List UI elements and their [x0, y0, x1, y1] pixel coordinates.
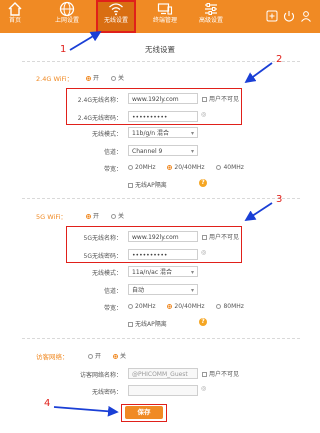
arrow-4	[53, 405, 119, 417]
arrow-2	[244, 62, 273, 84]
arrow-3	[244, 202, 273, 221]
arrow-1	[69, 31, 102, 51]
annotation-arrows	[53, 31, 273, 417]
